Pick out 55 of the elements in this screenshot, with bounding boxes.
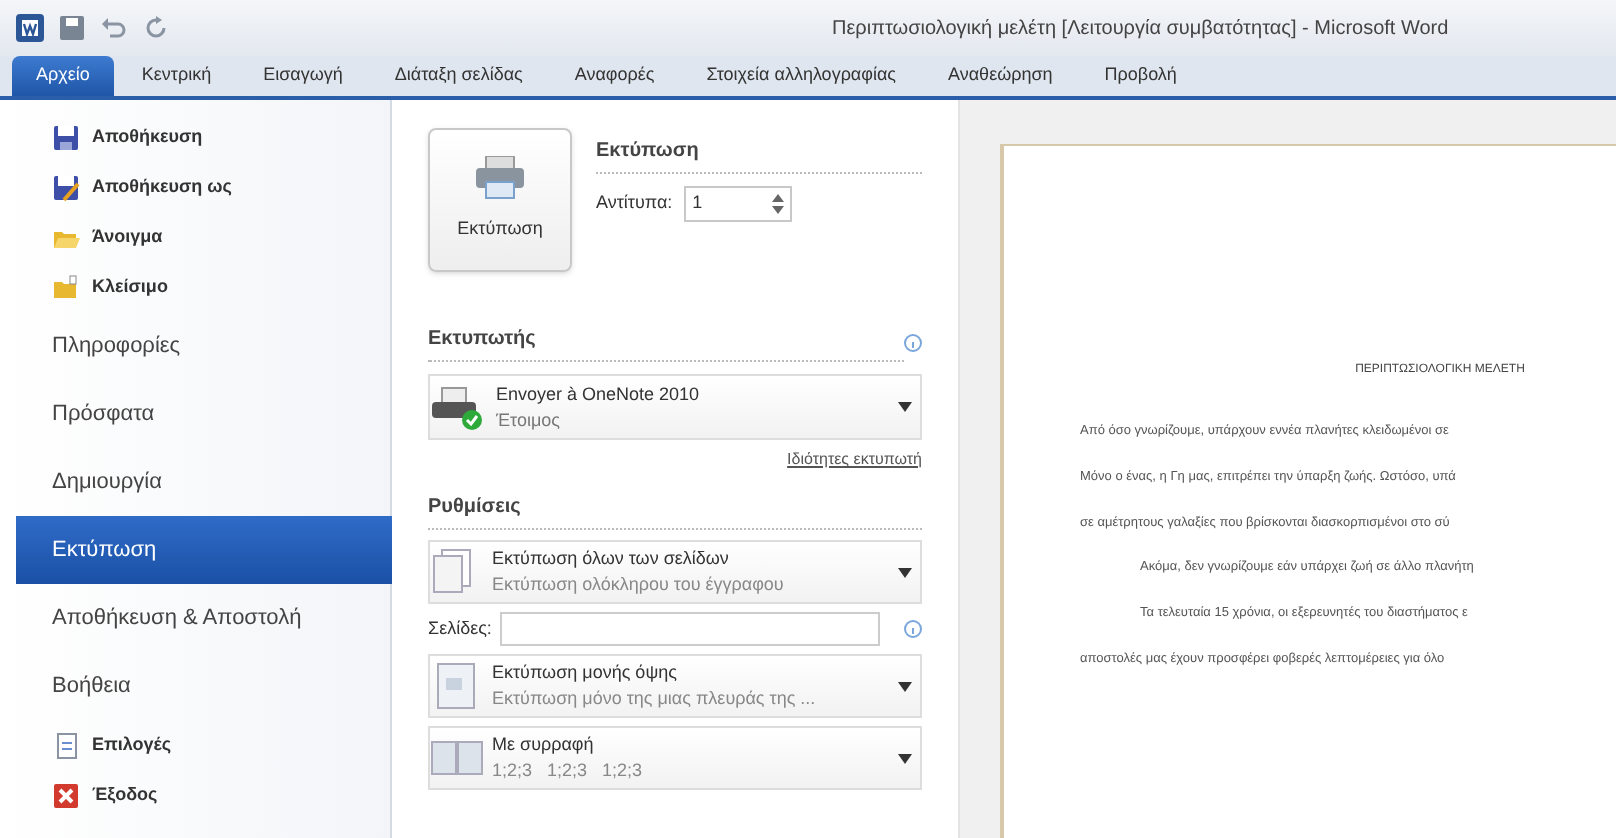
- sidebar-item[interactable]: Αποθήκευση: [0, 112, 370, 162]
- copies-label: Αντίτυπα:: [596, 190, 673, 217]
- ribbon-tab[interactable]: Προβολή: [1080, 56, 1201, 96]
- option-title: Με συρραφή: [492, 732, 596, 758]
- printer-dropdown[interactable]: Envoyer à OneNote 2010 Έτοιμος: [428, 374, 922, 440]
- sidebar-item[interactable]: Επιλογές: [0, 720, 370, 770]
- option-title: Εκτύπωση όλων των σελίδων: [492, 546, 731, 572]
- printer-properties-link[interactable]: Ιδιότητες εκτυπωτή: [787, 448, 922, 472]
- ribbon-tab[interactable]: Κεντρική: [117, 56, 236, 96]
- folder-icon: [52, 273, 80, 301]
- sidebar-item[interactable]: Αποθήκευση ως: [0, 162, 370, 212]
- ribbon-tab[interactable]: Διάταξη σελίδας: [370, 56, 547, 96]
- settings-dropdown[interactable]: Εκτύπωση όλων των σελίδων Εκτύπωση ολόκληρου του έγγραφου: [428, 540, 922, 604]
- section-heading: Ρυθμίσεις: [428, 492, 922, 530]
- copies-field[interactable]: 1: [684, 186, 793, 222]
- sidebar-section[interactable]: Δημιουργία: [16, 448, 390, 516]
- save-as-icon: [52, 173, 80, 201]
- sidebar-section[interactable]: Βοήθεια: [16, 652, 390, 720]
- section-heading: Εκτυπωτής: [428, 324, 904, 362]
- sidebar-section[interactable]: Αποθήκευση & Αποστολή: [16, 584, 390, 652]
- info-icon[interactable]: [904, 334, 922, 352]
- option-description: 1;2;3 1;2;3 1;2;3: [492, 758, 643, 784]
- close-icon: [52, 781, 80, 809]
- print-button[interactable]: Εκτύπωση: [428, 128, 572, 272]
- printer-name: Envoyer à OneNote 2010: [496, 381, 700, 407]
- sidebar-item[interactable]: Κλείσιμο: [0, 262, 370, 312]
- ribbon-tab[interactable]: Αρχείο: [12, 56, 114, 96]
- section-heading: Εκτύπωση: [596, 136, 922, 174]
- sidebar-section[interactable]: Πρόσφατα: [16, 380, 390, 448]
- info-icon[interactable]: [904, 620, 922, 638]
- ribbon-tab[interactable]: Αναθεώρηση: [924, 56, 1077, 96]
- ribbon-tab[interactable]: Εισαγωγή: [239, 56, 367, 96]
- ribbon-tab[interactable]: Στοιχεία αλληλογραφίας: [682, 56, 921, 96]
- sidebar-section[interactable]: Πληροφορίες: [16, 312, 390, 380]
- option-description: Εκτύπωση ολόκληρου του έγγραφου: [492, 572, 784, 598]
- document-icon: [52, 731, 80, 759]
- save-icon[interactable]: [60, 16, 84, 40]
- option-description: Εκτύπωση μόνο της μιας πλευράς της ...: [492, 686, 816, 712]
- spinner-icon[interactable]: [772, 194, 785, 214]
- pages-label: Σελίδες:: [428, 615, 492, 642]
- option-title: Εκτύπωση μονής όψης: [492, 660, 679, 686]
- pages-field[interactable]: [499, 612, 880, 646]
- word-logo-icon: [16, 14, 44, 42]
- sidebar-section[interactable]: Εκτύπωση: [16, 516, 392, 584]
- redo-icon[interactable]: [144, 16, 168, 40]
- undo-icon[interactable]: [100, 16, 128, 40]
- sidebar-item[interactable]: Άνοιγμα: [0, 212, 370, 262]
- settings-dropdown[interactable]: Εκτύπωση μονής όψης Εκτύπωση μόνο της μιας πλευράς της ...: [428, 654, 922, 718]
- sidebar-item[interactable]: Έξοδος: [0, 770, 370, 820]
- window-title: Περιπτωσιολογική μελέτη [Λειτουργία συμβατότητας] - Microsoft Word: [832, 15, 1449, 43]
- printer-status: Έτοιμος: [496, 407, 563, 433]
- ribbon-tab[interactable]: Αναφορές: [550, 56, 679, 96]
- save-icon: [52, 123, 80, 151]
- settings-dropdown[interactable]: Με συρραφή 1;2;3 1;2;3 1;2;3: [428, 726, 922, 790]
- printer-icon: [474, 156, 526, 201]
